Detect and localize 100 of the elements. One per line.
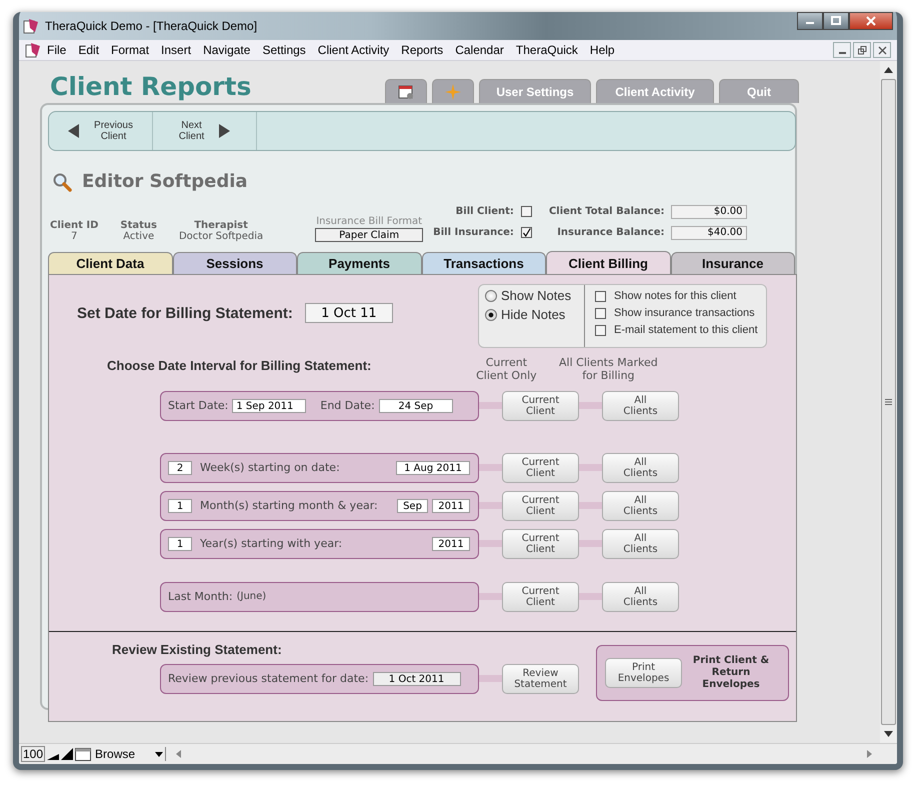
field-label: End Date:	[320, 399, 375, 412]
checkbox[interactable]	[595, 290, 606, 302]
field-label: Month(s) starting month & year:	[200, 499, 378, 512]
end-date-field[interactable]: 24 Sep	[378, 398, 453, 412]
balance-label: Insurance Balance:	[557, 227, 664, 238]
status-area-icon[interactable]	[75, 748, 92, 760]
menu-item[interactable]: Reports	[395, 43, 450, 57]
balance-field: $0.00	[671, 204, 748, 218]
radio-label: Show Notes	[501, 288, 572, 303]
balance-field: $40.00	[671, 226, 748, 240]
review-statement-button[interactable]: Review Statement	[502, 664, 579, 694]
field-value: Active	[123, 231, 154, 242]
menu-item[interactable]: Navigate	[197, 43, 256, 57]
all-clients-button[interactable]: All Clients	[602, 582, 679, 612]
menu-item[interactable]: Edit	[72, 43, 106, 57]
menu-item[interactable]: TheraQuick	[510, 43, 584, 57]
count-field[interactable]: 2	[168, 460, 192, 474]
checkbox[interactable]	[520, 206, 532, 217]
year-field[interactable]: 2011	[432, 536, 470, 550]
column-heading: All Clients Marked for Billing	[558, 356, 658, 382]
month-field[interactable]: Sep	[397, 498, 428, 512]
current-client-button[interactable]: Current Client	[502, 528, 579, 558]
menu-item[interactable]: File	[41, 43, 72, 57]
radio-button[interactable]	[485, 290, 497, 302]
tab[interactable]: Transactions	[422, 252, 546, 274]
tab[interactable]: Client Data	[48, 252, 172, 274]
field-label: Therapist	[194, 220, 248, 231]
section-heading: Review Existing Statement:	[112, 642, 283, 657]
right-triangle-icon	[218, 124, 230, 138]
tab[interactable]: Insurance	[670, 252, 795, 274]
scroll-down-icon[interactable]	[884, 731, 893, 737]
field-value: 7	[71, 231, 78, 242]
connector-bar	[579, 464, 602, 471]
tab[interactable]: Client Billing	[546, 251, 670, 275]
current-client-button[interactable]: Current Client	[502, 390, 579, 420]
tab[interactable]: Sessions	[172, 252, 297, 274]
all-clients-button[interactable]: All Clients	[602, 490, 679, 520]
menu-item[interactable]: Format	[105, 43, 156, 57]
date-field[interactable]: 1 Aug 2011	[396, 460, 470, 474]
scroll-right-icon[interactable]	[867, 750, 872, 758]
statement-date-field[interactable]: 1 Oct 11	[304, 303, 393, 323]
close-icon	[866, 16, 876, 26]
magnifier-icon	[52, 172, 72, 192]
statement-date-label: Set Date for Billing Statement:	[77, 304, 293, 322]
menu-item[interactable]: Insert	[155, 43, 198, 57]
vertical-scrollbar[interactable]	[880, 61, 897, 743]
minimize-button[interactable]	[797, 12, 823, 30]
next-client-button[interactable]: Next Client	[153, 112, 257, 150]
maximize-button[interactable]	[823, 12, 849, 30]
checkbox[interactable]	[595, 324, 606, 336]
radio-button[interactable]	[485, 308, 497, 320]
current-client-button[interactable]: Current Client	[502, 490, 579, 520]
all-clients-button[interactable]: All Clients	[602, 452, 679, 482]
calendar-icon	[398, 84, 414, 100]
document-icon	[25, 42, 41, 58]
year-field[interactable]: 2011	[432, 498, 470, 512]
maximize-icon	[831, 16, 841, 26]
all-clients-button[interactable]: All Clients	[602, 528, 679, 558]
print-envelopes-button[interactable]: Print Envelopes	[605, 658, 682, 688]
column-heading: Current Client Only	[475, 356, 538, 382]
checkbox-label: Show insurance transactions	[614, 307, 755, 319]
all-clients-button[interactable]: All Clients	[602, 390, 679, 420]
count-field[interactable]: 1	[168, 498, 192, 512]
close-button[interactable]	[849, 12, 893, 30]
restore-button[interactable]	[853, 42, 871, 58]
checkbox-label: E-mail statement to this client	[614, 324, 758, 336]
connector-bar	[579, 402, 602, 409]
menu-item[interactable]: Calendar	[449, 43, 510, 57]
caret-icon	[155, 752, 164, 756]
close-button[interactable]	[873, 42, 891, 58]
field-label: Week(s) starting on date:	[200, 461, 340, 474]
field-label: Year(s) starting with year:	[200, 537, 342, 550]
checkbox-label: Bill Client:	[456, 206, 514, 217]
field-label: Client ID	[50, 220, 98, 231]
bill-format-button[interactable]: Paper Claim	[315, 228, 424, 242]
checkbox[interactable]	[595, 308, 606, 318]
tab[interactable]: Payments	[297, 252, 422, 274]
count-field[interactable]: 1	[168, 536, 192, 550]
scroll-thumb[interactable]	[881, 79, 896, 725]
menu-item[interactable]: Settings	[256, 43, 312, 57]
calendar-tab[interactable]	[385, 79, 427, 103]
radio-label: Hide Notes	[501, 307, 566, 322]
section-heading: Choose Date Interval for Billing Statement:	[107, 358, 372, 373]
zoom-level[interactable]: 100	[21, 746, 46, 762]
menu-item[interactable]: Client Activity	[312, 43, 396, 57]
current-client-button[interactable]: Current Client	[502, 582, 579, 612]
field-value: Doctor Softpedia	[178, 231, 264, 242]
current-client-button[interactable]: Current Client	[502, 452, 579, 482]
start-date-field[interactable]: 1 Sep 2011	[232, 398, 306, 412]
checkbox[interactable]	[520, 227, 532, 238]
app-icon	[23, 18, 39, 34]
scroll-up-icon[interactable]	[884, 67, 893, 73]
previous-client-button[interactable]: Previous Client	[49, 112, 153, 150]
review-date-field[interactable]: 1 Oct 2011	[372, 672, 461, 686]
checkbox-label: Show notes for this client	[614, 290, 736, 302]
field-label: Start Date:	[168, 399, 228, 412]
mode-dropdown[interactable]: Browse	[93, 747, 166, 761]
menu-item[interactable]: Help	[584, 43, 621, 57]
scroll-left-icon[interactable]	[176, 750, 182, 758]
minimize-button[interactable]	[833, 42, 851, 58]
